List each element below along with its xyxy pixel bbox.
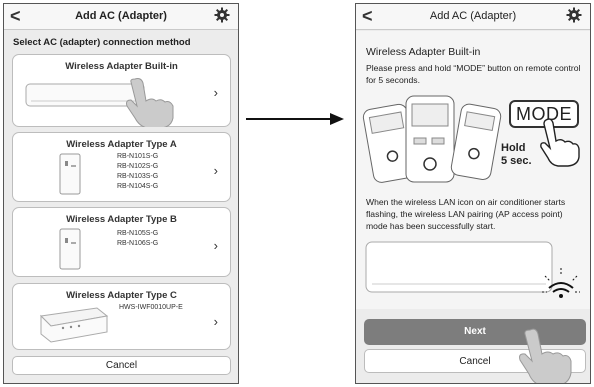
card-type-b[interactable]: Wireless Adapter Type B RB-N105S-G RB-N1… <box>12 207 231 277</box>
cancel-button[interactable]: Cancel <box>12 356 231 375</box>
left-phone-screen: < Add AC (Adapter) Select AC (adapter) c… <box>3 3 239 384</box>
card-type-a[interactable]: Wireless Adapter Type A RB-N101S-G RB-N1… <box>12 132 231 202</box>
remote-controls-image <box>362 95 502 183</box>
model-item: RB-N106S-G <box>117 240 159 247</box>
instruction-text: Please press and hold “MODE” button on r… <box>366 63 581 85</box>
section-title: Select AC (adapter) connection method <box>13 37 191 48</box>
status-text: When the wireless LAN icon on air condit… <box>366 197 566 231</box>
card-title: Wireless Adapter Type A <box>66 139 177 150</box>
wifi-flashing-icon <box>542 268 580 298</box>
page-title: Add AC (Adapter) <box>75 10 167 22</box>
model-item: RB-N105S-G <box>117 230 159 237</box>
hold-label-line: Hold <box>501 142 526 154</box>
model-item: RB-N104S-G <box>117 183 159 190</box>
hand-pointer-icon <box>519 328 572 383</box>
chevron-right-icon: › <box>213 163 218 178</box>
card-built-in[interactable]: Wireless Adapter Built-in › <box>12 54 231 127</box>
model-list: HWS-IWF0010UP-E <box>119 303 183 313</box>
card-type-c[interactable]: Wireless Adapter Type C HWS-IWF0010UP-E … <box>12 283 231 350</box>
chevron-right-icon: › <box>213 238 218 253</box>
hold-label: Hold 5 sec. <box>501 142 532 168</box>
model-item: RB-N101S-G <box>117 153 159 160</box>
hold-duration-label: 5 sec. <box>501 155 532 167</box>
arrow-right-icon <box>246 113 344 125</box>
model-item: RB-N102S-G <box>117 163 159 170</box>
hand-pointer-icon <box>126 78 174 127</box>
app-header: < Add AC (Adapter) <box>4 4 238 30</box>
app-header: < Add AC (Adapter) <box>356 4 590 30</box>
model-list: RB-N105S-G RB-N106S-G <box>117 229 158 249</box>
adapter-type-a-image <box>59 153 81 195</box>
chevron-right-icon: › <box>213 85 218 100</box>
gear-icon[interactable] <box>566 7 582 23</box>
gear-icon[interactable] <box>214 7 230 23</box>
model-list: RB-N101S-G RB-N102S-G RB-N103S-G RB-N104… <box>117 152 158 192</box>
card-title: Wireless Adapter Type B <box>66 214 177 225</box>
page-title: Add AC (Adapter) <box>429 10 517 22</box>
section-heading: Wireless Adapter Built-in <box>366 46 481 58</box>
adapter-type-c-image <box>39 307 109 343</box>
hand-press-icon <box>540 118 580 167</box>
card-title: Wireless Adapter Built-in <box>65 61 178 72</box>
card-title: Wireless Adapter Type C <box>66 290 177 301</box>
model-item: RB-N103S-G <box>117 173 159 180</box>
model-item: HWS-IWF0010UP-E <box>119 304 183 311</box>
adapter-type-b-image <box>59 228 81 270</box>
chevron-right-icon: › <box>213 314 218 329</box>
right-phone-screen: < Add AC (Adapter) Wireless Adapter Buil… <box>355 3 591 384</box>
